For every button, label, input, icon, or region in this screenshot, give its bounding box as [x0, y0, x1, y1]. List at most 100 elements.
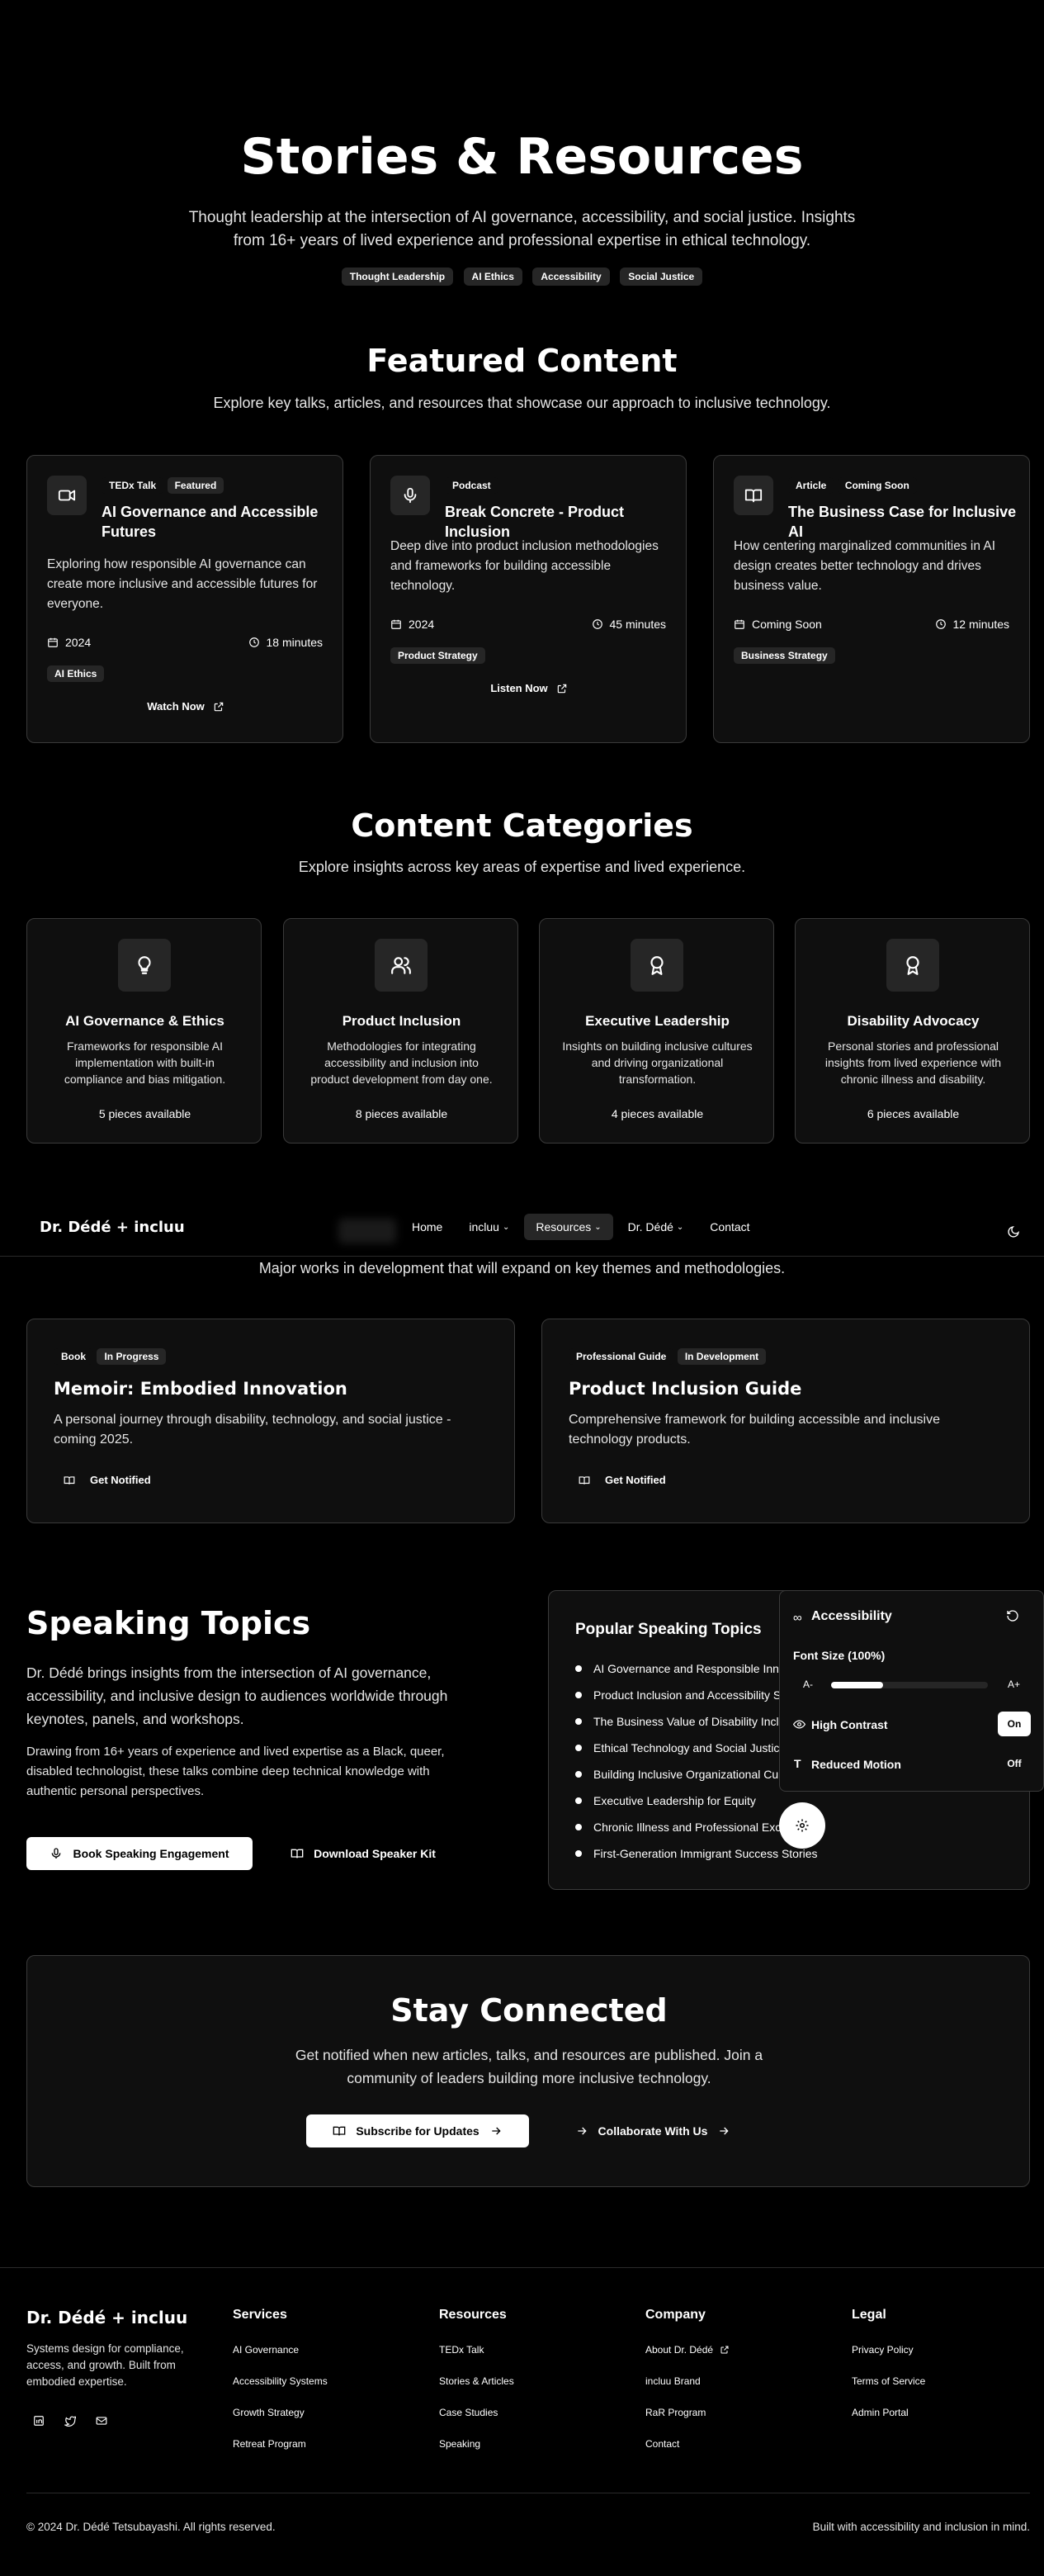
- footer-link[interactable]: AI Governance: [233, 2344, 328, 2356]
- book-icon: [64, 1475, 75, 1485]
- footer-link[interactable]: Case Studies: [439, 2407, 514, 2418]
- reduced-motion-toggle[interactable]: Off: [998, 1751, 1031, 1776]
- footer-tagline: Systems design for compliance, access, a…: [26, 2342, 184, 2388]
- hero-tags: Thought Leadership AI Ethics Accessibili…: [0, 268, 1044, 286]
- category-card[interactable]: Executive Leadership Insights on buildin…: [539, 918, 774, 1144]
- categories-title: Content Categories: [351, 807, 693, 844]
- card-title: Break Concrete - Product Inclusion: [445, 504, 625, 540]
- card-description: Exploring how responsible AI governance …: [47, 557, 318, 611]
- calendar-icon: [735, 619, 744, 629]
- nav-contact[interactable]: Contact: [698, 1214, 761, 1240]
- upcoming-card[interactable]: Book In Progress Memoir: Embodied Innova…: [26, 1319, 515, 1523]
- category-title: AI Governance & Ethics: [65, 1013, 224, 1029]
- connect-description: Get notified when new articles, talks, a…: [295, 2047, 763, 2086]
- listen-now-button[interactable]: Listen Now: [371, 682, 687, 694]
- accessibility-toggle-button[interactable]: [779, 1802, 825, 1849]
- high-contrast-toggle[interactable]: On: [998, 1712, 1031, 1736]
- card-description: A personal journey through disability, t…: [54, 1413, 451, 1447]
- hero-subtitle: Thought leadership at the intersection o…: [188, 209, 856, 249]
- external-link-icon: [557, 684, 566, 693]
- featured-card[interactable]: TEDx Talk Featured AI Governance and Acc…: [26, 455, 343, 743]
- moon-icon[interactable]: [1007, 1225, 1020, 1243]
- category-title: Disability Advocacy: [847, 1013, 980, 1029]
- book-icon: [734, 476, 773, 515]
- speaking-body: Drawing from 16+ years of experience and…: [26, 1745, 445, 1798]
- footer-link[interactable]: Stories & Articles: [439, 2375, 514, 2387]
- subscribe-button[interactable]: Subscribe for Updates: [306, 2114, 529, 2147]
- nav-resources[interactable]: Resources ⌄: [524, 1214, 613, 1240]
- font-increase-button[interactable]: A+: [1008, 1679, 1020, 1690]
- category-count: 6 pieces available: [867, 1107, 960, 1120]
- text-icon: T: [794, 1757, 801, 1770]
- microphone-icon: [52, 1848, 61, 1859]
- featured-card[interactable]: Article Coming Soon The Business Case fo…: [713, 455, 1030, 743]
- featured-card[interactable]: Podcast Break Concrete - Product Inclusi…: [370, 455, 687, 743]
- accessibility-title: Accessibility: [811, 1609, 892, 1623]
- card-description: Comprehensive framework for building acc…: [569, 1413, 940, 1447]
- tag: Accessibility: [532, 268, 610, 286]
- category-tag: Business Strategy: [734, 647, 835, 664]
- category-count: 5 pieces available: [98, 1107, 191, 1120]
- category-title: Executive Leadership: [585, 1013, 730, 1029]
- download-kit-button[interactable]: Download Speaker Kit: [281, 1837, 446, 1870]
- eye-icon: [792, 1718, 806, 1735]
- status-badge: In Development: [677, 1348, 767, 1365]
- font-decrease-button[interactable]: A-: [803, 1679, 813, 1690]
- featured-title: Featured Content: [366, 343, 678, 379]
- chevron-down-icon: ⌄: [502, 1222, 510, 1232]
- card-date: Coming Soon: [734, 618, 822, 631]
- stay-connected-section: Stay Connected Get notified when new art…: [26, 1955, 1030, 2187]
- footer-link[interactable]: incluu Brand: [645, 2375, 730, 2387]
- lightbulb-icon: [118, 939, 171, 992]
- footer-brand[interactable]: Dr. Dédé + incluu: [26, 2308, 187, 2327]
- content-type-badge: Book: [54, 1348, 93, 1365]
- footer-link[interactable]: RaR Program: [645, 2407, 730, 2418]
- book-speaking-button[interactable]: Book Speaking Engagement: [26, 1837, 253, 1870]
- card-duration: 12 minutes: [935, 618, 1009, 631]
- get-notified-button[interactable]: Get Notified: [64, 1474, 151, 1486]
- collaborate-button[interactable]: Collaborate With Us: [554, 2114, 752, 2147]
- site-brand[interactable]: Dr. Dédé + incluu: [40, 1219, 185, 1236]
- nav-home[interactable]: Home: [400, 1214, 454, 1240]
- award-icon: [886, 939, 939, 992]
- chevron-down-icon: ⌄: [676, 1222, 684, 1232]
- award-icon: [631, 939, 683, 992]
- card-duration: 45 minutes: [592, 618, 666, 631]
- nav-dr-dede[interactable]: Dr. Dédé ⌄: [616, 1214, 696, 1240]
- footer-link[interactable]: Growth Strategy: [233, 2407, 328, 2418]
- infinity-icon: ∞: [793, 1611, 802, 1625]
- get-notified-button[interactable]: Get Notified: [579, 1474, 666, 1486]
- gear-icon: [796, 1819, 809, 1832]
- card-title: Memoir: Embodied Innovation: [54, 1379, 347, 1399]
- content-type-badge: TEDx Talk: [102, 477, 164, 494]
- font-size-slider[interactable]: [831, 1682, 988, 1688]
- footer-link[interactable]: Privacy Policy: [852, 2344, 925, 2356]
- footer-link[interactable]: TEDx Talk: [439, 2344, 514, 2356]
- footer-link[interactable]: Terms of Service: [852, 2375, 925, 2387]
- mail-icon[interactable]: [96, 2415, 107, 2431]
- category-card[interactable]: Product Inclusion Methodologies for inte…: [283, 918, 518, 1144]
- nav-incluu[interactable]: incluu ⌄: [457, 1214, 521, 1240]
- category-card[interactable]: Disability Advocacy Personal stories and…: [795, 918, 1030, 1144]
- footer-link[interactable]: Admin Portal: [852, 2407, 925, 2418]
- page-title: Stories & Resources: [240, 128, 804, 186]
- footer-link[interactable]: About Dr. Dédé: [645, 2344, 730, 2356]
- card-description: Deep dive into product inclusion methodo…: [390, 539, 659, 593]
- coming-soon-badge: Coming Soon: [837, 477, 917, 494]
- watch-now-button[interactable]: Watch Now: [27, 700, 344, 713]
- linkedin-icon[interactable]: [33, 2415, 45, 2431]
- footer-link[interactable]: Speaking: [439, 2438, 514, 2450]
- book-icon: [291, 1849, 304, 1859]
- footer-link[interactable]: Retreat Program: [233, 2438, 328, 2450]
- clock-icon: [592, 619, 602, 629]
- footer-link[interactable]: Accessibility Systems: [233, 2375, 328, 2387]
- footer-link[interactable]: Contact: [645, 2438, 730, 2450]
- users-icon: [375, 939, 428, 992]
- category-description: Methodologies for integrating accessibil…: [310, 1039, 493, 1086]
- reset-icon[interactable]: [1006, 1609, 1019, 1627]
- category-card[interactable]: AI Governance & Ethics Frameworks for re…: [26, 918, 262, 1144]
- arrow-right-icon: [720, 2127, 730, 2135]
- twitter-icon[interactable]: [63, 2415, 77, 2431]
- upcoming-card[interactable]: Professional Guide In Development Produc…: [541, 1319, 1030, 1523]
- tag: Thought Leadership: [341, 268, 454, 286]
